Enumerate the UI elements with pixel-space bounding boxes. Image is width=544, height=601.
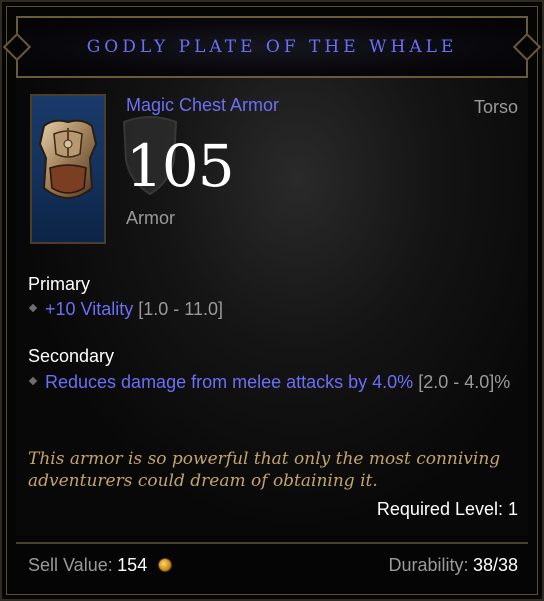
armor-label: Armor xyxy=(126,208,175,228)
item-name: GODLY PLATE OF THE WHALE xyxy=(86,37,458,57)
secondary-section-title: Secondary xyxy=(28,346,115,366)
armor-value: 105 xyxy=(126,132,235,200)
item-name-header: GODLY PLATE OF THE WHALE xyxy=(16,16,528,78)
secondary-affix: Reduces damage from melee attacks by 4.0… xyxy=(28,371,520,393)
durability: Durability: 38/38 xyxy=(388,555,518,576)
affix-text: Reduces damage from melee attacks by 4.0… xyxy=(45,371,510,393)
tooltip-footer: Sell Value: 154 Durability: 38/38 xyxy=(16,542,528,586)
gold-coin-icon xyxy=(157,557,172,572)
sell-value: Sell Value: 154 xyxy=(28,555,172,576)
durability-label: Durability: xyxy=(388,554,469,575)
affix-stat: Reduces damage from melee attacks by 4.0… xyxy=(45,372,414,392)
sell-value-amount: 154 xyxy=(117,554,148,575)
affix-stat: +10 Vitality xyxy=(45,299,134,319)
affix-text: +10 Vitality [1.0 - 11.0] xyxy=(45,298,223,320)
flavor-text: This armor is so powerful that only the … xyxy=(28,449,501,491)
chest-armor-icon xyxy=(38,119,98,199)
item-slot: Torso xyxy=(473,97,518,117)
item-tooltip: GODLY PLATE OF THE WHALE Magic Chest Arm… xyxy=(0,0,544,601)
sell-value-label: Sell Value: xyxy=(28,554,113,575)
affix-bullet-icon xyxy=(28,376,38,386)
item-details: Magic Chest Armor Torso 105 Armor Primar… xyxy=(16,78,528,536)
affix-range: [1.0 - 11.0] xyxy=(138,299,223,319)
primary-affix: +10 Vitality [1.0 - 11.0] xyxy=(28,298,520,320)
durability-value: 38/38 xyxy=(472,554,518,575)
item-icon-frame xyxy=(30,94,106,244)
item-type: Magic Chest Armor xyxy=(126,95,280,115)
affix-bullet-icon xyxy=(28,303,38,313)
required-level: Required Level: 1 xyxy=(376,499,518,519)
affix-range: [2.0 - 4.0]% xyxy=(418,372,511,392)
primary-section-title: Primary xyxy=(28,274,90,294)
